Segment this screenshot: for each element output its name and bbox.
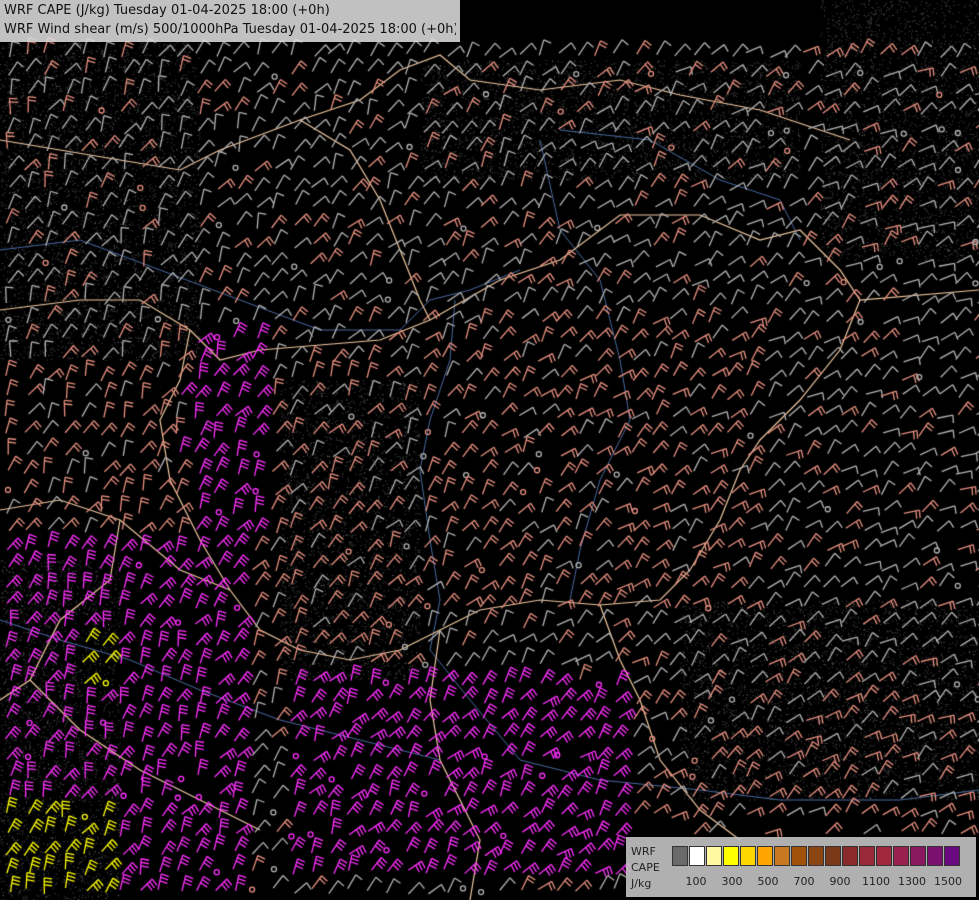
legend-swatch (757, 846, 773, 866)
legend-tick-label: 300 (721, 875, 743, 888)
legend-swatch (672, 846, 688, 866)
legend-variable: CAPE (631, 861, 660, 874)
legend-tick-label: 500 (757, 875, 779, 888)
legend-swatch (910, 846, 926, 866)
legend-swatch (893, 846, 909, 866)
legend-swatch (876, 846, 892, 866)
legend-ticks: 100 300 500 700 900 1100 1300 1500 (672, 875, 972, 889)
legend-swatch (944, 846, 960, 866)
legend-tick-label: 1300 (898, 875, 926, 888)
legend-tick-label: 1100 (862, 875, 890, 888)
legend-tick-label: 900 (829, 875, 851, 888)
legend-tick-label: 700 (793, 875, 815, 888)
shear-title: WRF Wind shear (m/s) 500/1000hPa Tuesday… (4, 22, 456, 37)
map-header: WRF CAPE (J/kg) Tuesday 01-04-2025 18:00… (0, 0, 460, 42)
legend-swatch (927, 846, 943, 866)
legend-swatch (842, 846, 858, 866)
legend-model: WRF (631, 845, 656, 858)
cape-title: WRF CAPE (J/kg) Tuesday 01-04-2025 18:00… (4, 3, 330, 18)
legend-swatch (706, 846, 722, 866)
legend-swatch (825, 846, 841, 866)
legend-tick-label: 1500 (934, 875, 962, 888)
legend-tick-label: 100 (685, 875, 707, 888)
legend-swatch (859, 846, 875, 866)
cape-legend: WRF CAPE J/kg 100 300 500 700 900 1100 1300 150… (626, 837, 976, 897)
legend-swatch (740, 846, 756, 866)
legend-swatch (774, 846, 790, 866)
legend-swatch (723, 846, 739, 866)
legend-unit: J/kg (631, 877, 652, 890)
weather-map (0, 0, 979, 900)
legend-swatch (689, 846, 705, 866)
legend-swatch (808, 846, 824, 866)
legend-swatch (791, 846, 807, 866)
legend-color-scale (672, 846, 961, 866)
